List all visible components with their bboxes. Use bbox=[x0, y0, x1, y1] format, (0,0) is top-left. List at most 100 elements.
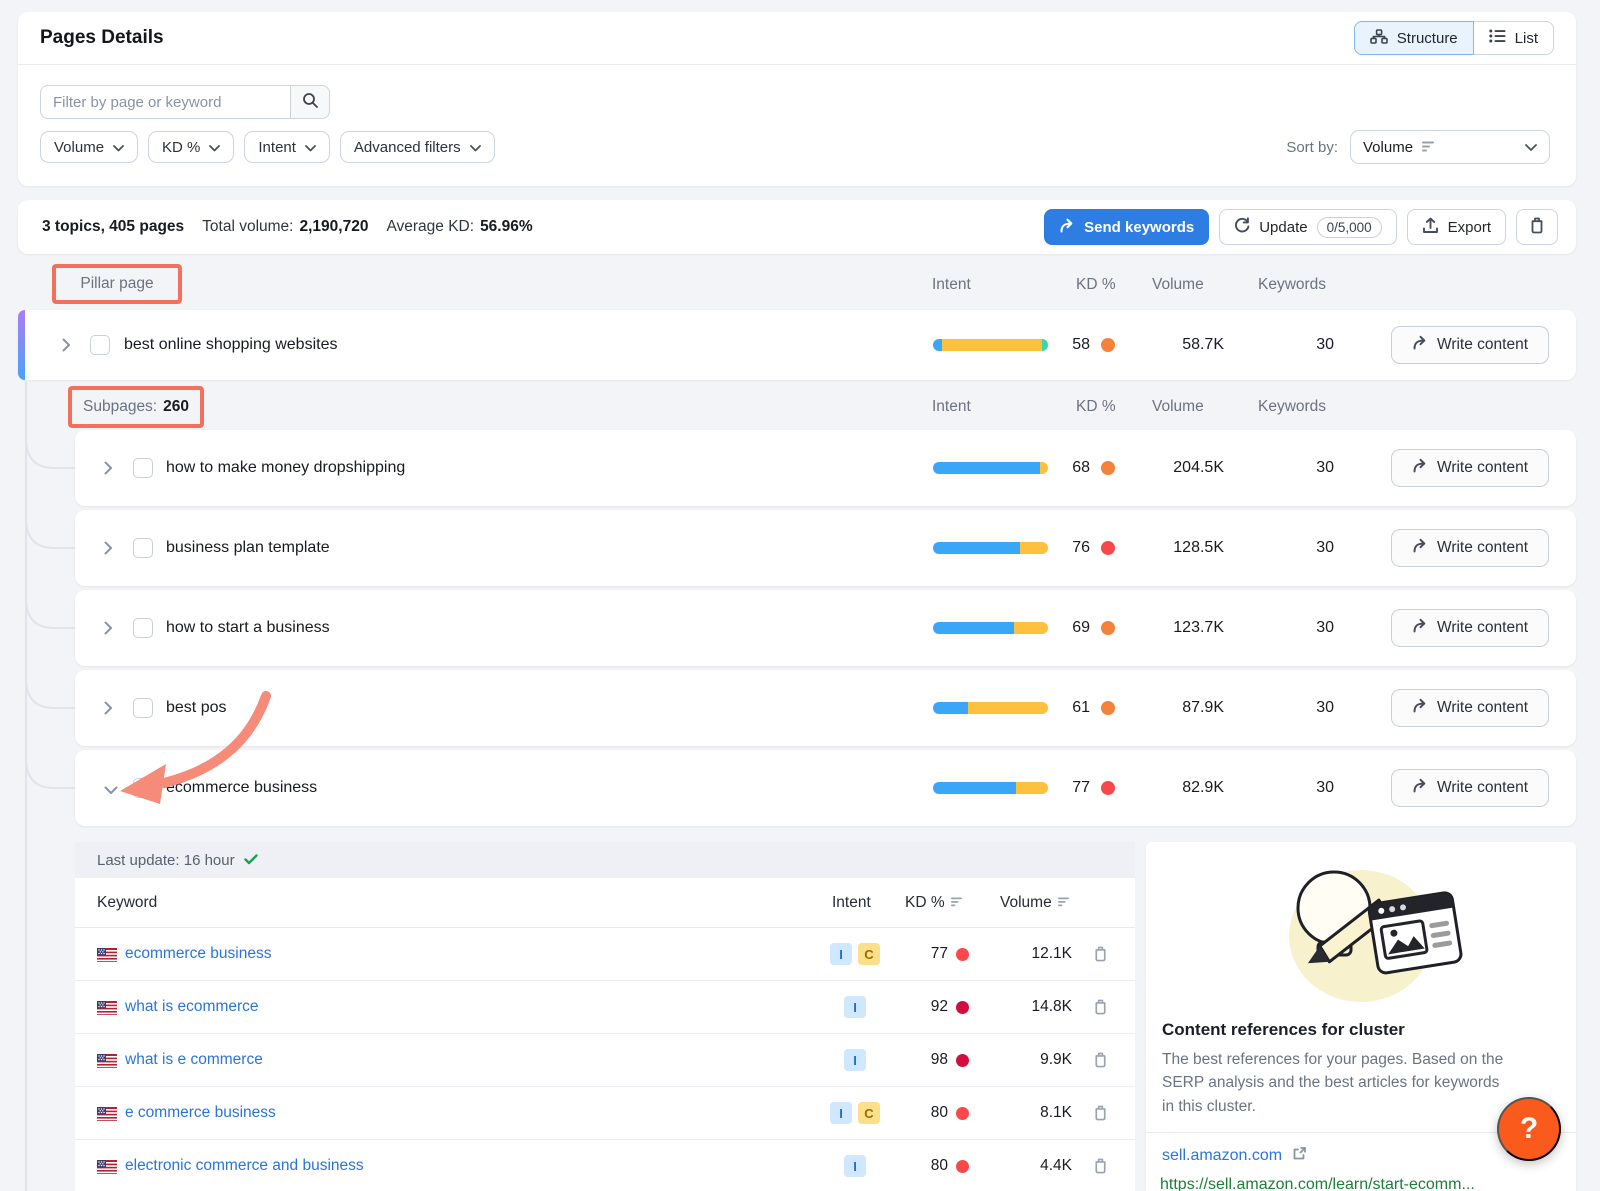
intent-badges: I bbox=[815, 996, 895, 1018]
keyword-row: ecommerce business IC 77 12.1K bbox=[75, 928, 1135, 981]
filter-search-row bbox=[40, 85, 1576, 119]
write-content-button[interactable]: Write content bbox=[1391, 326, 1549, 364]
subpage-row[interactable]: how to start a business 69 123.7K 30 Wri… bbox=[75, 590, 1576, 666]
row-checkbox[interactable] bbox=[133, 698, 153, 718]
subpages-annotation-box: Subpages: 260 bbox=[68, 386, 204, 428]
pillar-page-title: best online shopping websites bbox=[124, 336, 337, 354]
send-keywords-button[interactable]: Send keywords bbox=[1044, 209, 1209, 245]
expand-chevron-right-icon[interactable] bbox=[104, 541, 113, 560]
write-arrow-icon bbox=[1412, 698, 1428, 718]
keywords-count: 30 bbox=[1264, 539, 1334, 557]
row-checkbox[interactable] bbox=[90, 335, 110, 355]
keywords-column-label: Keywords bbox=[1258, 276, 1326, 294]
subpage-row[interactable]: best pos 61 87.9K 30 Write content bbox=[75, 670, 1576, 746]
keywords-count: 30 bbox=[1264, 619, 1334, 637]
write-arrow-icon bbox=[1412, 618, 1428, 638]
update-button[interactable]: Update 0/5,000 bbox=[1219, 209, 1396, 245]
reference-url: https://sell.amazon.com/learn/start-ecom… bbox=[1160, 1176, 1560, 1191]
header-bar: Pages Details Structure List bbox=[18, 12, 1576, 65]
write-arrow-icon bbox=[1412, 335, 1428, 355]
subpage-row-expanded[interactable]: ecommerce business 77 82.9K 30 Write con… bbox=[75, 750, 1576, 826]
sort-by-label: Sort by: bbox=[1286, 139, 1338, 156]
keyword-row: electronic commerce and business I 80 4.… bbox=[75, 1140, 1135, 1191]
volume-sort-header[interactable]: Volume bbox=[1000, 894, 1070, 912]
collapse-chevron-down-icon[interactable] bbox=[99, 786, 118, 795]
keyword-link[interactable]: what is ecommerce bbox=[125, 998, 259, 1016]
volume-value: 128.5K bbox=[1124, 539, 1224, 557]
summary-actions: Send keywords Update 0/5,000 Export bbox=[1044, 209, 1558, 245]
kd-value: 61 bbox=[1032, 699, 1090, 717]
keyword-link[interactable]: electronic commerce and business bbox=[125, 1157, 364, 1175]
kd-filter-dropdown[interactable]: KD % bbox=[148, 131, 234, 163]
export-button[interactable]: Export bbox=[1407, 209, 1506, 245]
structure-view-button[interactable]: Structure bbox=[1354, 21, 1474, 55]
expand-chevron-right-icon[interactable] bbox=[62, 338, 71, 357]
expand-chevron-right-icon[interactable] bbox=[104, 701, 113, 720]
kd-value: 98 bbox=[896, 1051, 948, 1069]
subpage-title: best pos bbox=[166, 699, 226, 717]
expand-chevron-right-icon[interactable] bbox=[104, 621, 113, 640]
help-button[interactable]: ? bbox=[1497, 1097, 1561, 1161]
sort-by-select[interactable]: Volume bbox=[1350, 130, 1550, 164]
write-content-button[interactable]: Write content bbox=[1391, 769, 1549, 807]
row-checkbox[interactable] bbox=[133, 778, 153, 798]
subpage-row[interactable]: business plan template 76 128.5K 30 Writ… bbox=[75, 510, 1576, 586]
search-icon bbox=[302, 92, 319, 112]
volume-value: 87.9K bbox=[1124, 699, 1224, 717]
row-checkbox[interactable] bbox=[133, 618, 153, 638]
trash-icon[interactable] bbox=[1093, 1157, 1108, 1179]
volume-value: 123.7K bbox=[1124, 619, 1224, 637]
volume-value: 204.5K bbox=[1124, 459, 1224, 477]
search-button[interactable] bbox=[290, 85, 330, 119]
volume-value: 82.9K bbox=[1124, 779, 1224, 797]
last-update-text: Last update: 16 hour bbox=[97, 852, 235, 869]
expand-chevron-right-icon[interactable] bbox=[104, 461, 113, 480]
intent-badge-i: I bbox=[844, 996, 866, 1018]
search-input[interactable] bbox=[40, 85, 290, 119]
trash-icon[interactable] bbox=[1093, 1051, 1108, 1073]
kd-value: 77 bbox=[896, 945, 948, 963]
subpage-row[interactable]: how to make money dropshipping 68 204.5K… bbox=[75, 430, 1576, 506]
check-icon bbox=[244, 852, 258, 869]
kd-level-dot bbox=[956, 948, 969, 961]
trash-icon[interactable] bbox=[1093, 945, 1108, 967]
subpage-title: business plan template bbox=[166, 539, 330, 557]
write-content-button[interactable]: Write content bbox=[1391, 449, 1549, 487]
subpage-title: how to start a business bbox=[166, 619, 330, 637]
keyword-row: what is e commerce I 98 9.9K bbox=[75, 1034, 1135, 1087]
trash-icon[interactable] bbox=[1093, 998, 1108, 1020]
kd-level-dot bbox=[1101, 621, 1115, 635]
kd-sort-header[interactable]: KD % bbox=[905, 894, 963, 912]
subpage-title: ecommerce business bbox=[166, 779, 317, 797]
subpages-label: Subpages: bbox=[83, 398, 157, 416]
us-flag-icon bbox=[97, 948, 117, 967]
references-illustration bbox=[1236, 858, 1486, 1008]
last-update-bar: Last update: 16 hour bbox=[75, 842, 1135, 878]
intent-column-label: Intent bbox=[832, 894, 871, 912]
volume-filter-dropdown[interactable]: Volume bbox=[40, 131, 138, 163]
keyword-link[interactable]: ecommerce business bbox=[125, 945, 271, 963]
reference-site-link[interactable]: sell.amazon.com bbox=[1162, 1146, 1560, 1167]
keyword-row: e commerce business IC 80 8.1K bbox=[75, 1087, 1135, 1140]
write-content-button[interactable]: Write content bbox=[1391, 529, 1549, 567]
write-content-button[interactable]: Write content bbox=[1391, 609, 1549, 647]
volume-value: 4.4K bbox=[992, 1157, 1072, 1175]
keyword-link[interactable]: e commerce business bbox=[125, 1104, 276, 1122]
row-checkbox[interactable] bbox=[133, 538, 153, 558]
row-checkbox[interactable] bbox=[133, 458, 153, 478]
delete-button[interactable] bbox=[1516, 209, 1558, 245]
list-view-button[interactable]: List bbox=[1473, 21, 1554, 55]
trash-icon[interactable] bbox=[1093, 1104, 1108, 1126]
topics-pages-count: 3 topics, 405 pages bbox=[42, 218, 184, 236]
sort-desc-icon bbox=[1422, 139, 1435, 156]
keyword-link[interactable]: what is e commerce bbox=[125, 1051, 263, 1069]
kd-level-dot bbox=[1101, 541, 1115, 555]
summary-bar: 3 topics, 405 pages Total volume: 2,190,… bbox=[18, 200, 1576, 254]
intent-column-label: Intent bbox=[932, 398, 971, 416]
intent-filter-dropdown[interactable]: Intent bbox=[244, 131, 330, 163]
advanced-filters-dropdown[interactable]: Advanced filters bbox=[340, 131, 495, 163]
write-arrow-icon bbox=[1412, 778, 1428, 798]
write-content-button[interactable]: Write content bbox=[1391, 689, 1549, 727]
pillar-columns-row: Pillar page Intent KD % Volume Keywords bbox=[0, 262, 1600, 308]
pillar-page-row[interactable]: best online shopping websites 58 58.7K 3… bbox=[18, 310, 1576, 380]
